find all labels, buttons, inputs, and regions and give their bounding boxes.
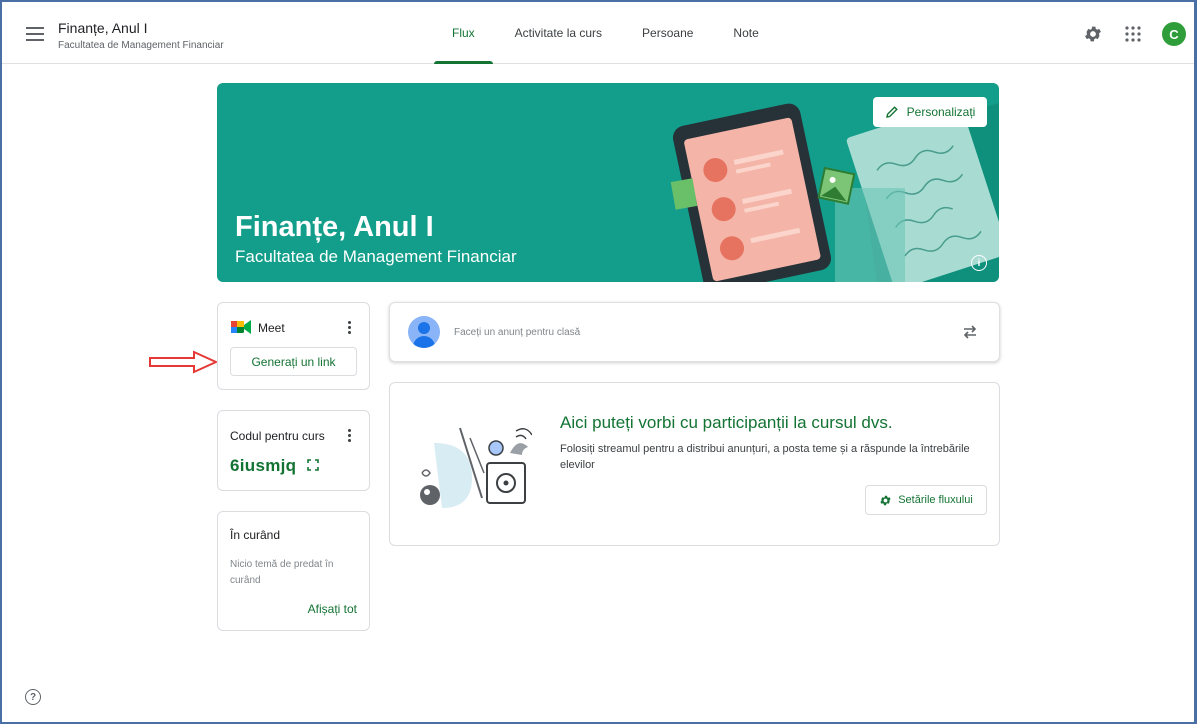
help-icon[interactable]: ?	[25, 689, 41, 705]
stream-info-description: Folosiți streamul pentru a distribui anu…	[560, 443, 970, 471]
top-app-bar: Finanțe, Anul I Facultatea de Management…	[2, 2, 1194, 64]
customize-label: Personalizați	[906, 105, 976, 119]
upcoming-title: În curând	[230, 528, 281, 542]
tab-people[interactable]: Persoane	[622, 2, 713, 64]
class-code-value: 6iusmjq	[230, 456, 297, 475]
apps-grid-icon[interactable]	[1122, 23, 1144, 45]
annotation-arrow-icon	[149, 350, 219, 374]
meet-more-icon[interactable]	[342, 318, 356, 336]
tab-stream[interactable]: Flux	[432, 2, 495, 64]
customize-button[interactable]: Personalizați	[873, 97, 987, 127]
view-all-link[interactable]: Afișați tot	[308, 602, 357, 616]
class-code-label: Codul pentru curs	[230, 429, 325, 443]
gear-icon	[880, 495, 891, 505]
menu-icon[interactable]	[24, 24, 46, 46]
class-code-more-icon[interactable]	[342, 426, 356, 444]
class-banner: Finanțe, Anul I Facultatea de Management…	[217, 83, 999, 282]
settings-icon[interactable]	[1082, 23, 1104, 45]
class-subtitle: Facultatea de Management Financiar	[58, 40, 224, 51]
generate-link-button[interactable]: Generați un link	[230, 347, 357, 376]
stream-illustration	[420, 427, 532, 508]
banner-subtitle: Facultatea de Management Financiar	[235, 247, 517, 266]
stream-info-card: Aici puteți vorbi cu participanții la cu…	[389, 382, 1000, 546]
upcoming-card: În curând Nicio temă de predat în curând…	[217, 511, 370, 631]
meet-label: Meet	[258, 321, 285, 335]
stream-settings-button[interactable]: Setările fluxului	[865, 485, 987, 515]
banner-title: Finanțe, Anul I	[235, 211, 434, 243]
tab-grades[interactable]: Note	[713, 2, 778, 64]
announce-input[interactable]: Faceți un anunț pentru clasă	[454, 327, 580, 338]
info-icon[interactable]: i	[971, 255, 987, 271]
user-avatar	[408, 316, 440, 348]
announce-box[interactable]: Faceți un anunț pentru clasă	[389, 302, 1000, 362]
pencil-icon	[885, 106, 898, 118]
fullscreen-icon[interactable]	[307, 459, 319, 471]
class-title[interactable]: Finanțe, Anul I	[58, 20, 148, 36]
meet-icon	[231, 320, 251, 334]
stream-info-title: Aici puteți vorbi cu participanții la cu…	[560, 413, 893, 432]
upcoming-text: Nicio temă de predat în curând	[230, 559, 334, 586]
class-code-card: Codul pentru curs 6iusmjq	[217, 410, 370, 491]
header-actions: C	[1082, 22, 1186, 46]
meet-card: Meet Generați un link	[217, 302, 370, 390]
tab-classwork[interactable]: Activitate la curs	[495, 2, 622, 64]
repost-icon[interactable]	[961, 323, 979, 341]
account-avatar[interactable]: C	[1162, 22, 1186, 46]
tab-bar: Flux Activitate la curs Persoane Note	[432, 2, 779, 64]
stream-settings-label: Setările fluxului	[898, 494, 973, 506]
